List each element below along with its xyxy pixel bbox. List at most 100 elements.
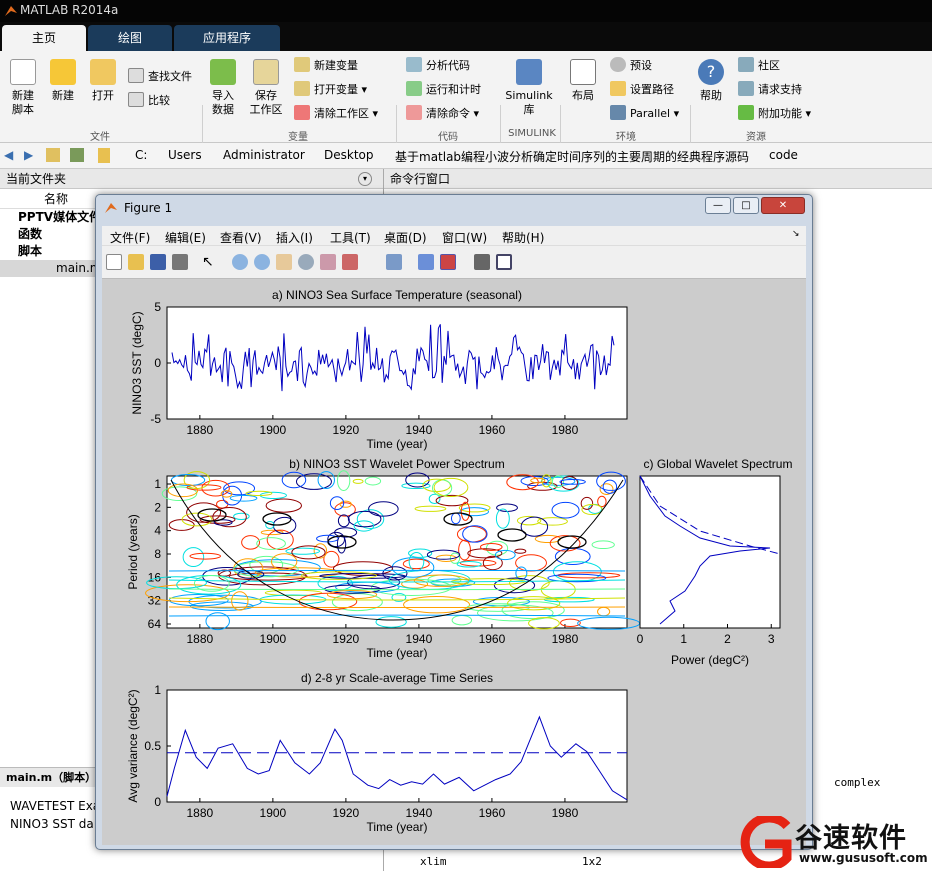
x-tick-label: 1880 bbox=[187, 423, 214, 437]
save-workspace-label: 保存 工作区 bbox=[249, 89, 283, 116]
chart-title-b: b) NINO3 SST Wavelet Power Spectrum bbox=[289, 457, 504, 471]
preferences-button[interactable]: 预设 bbox=[610, 57, 652, 75]
path-segment[interactable]: code bbox=[769, 148, 798, 162]
menu-insert[interactable]: 插入(I) bbox=[276, 229, 313, 246]
path-segment[interactable]: Users bbox=[168, 148, 202, 162]
open-variable-label: 打开变量 bbox=[314, 83, 358, 96]
menu-edit[interactable]: 编辑(E) bbox=[165, 229, 206, 246]
zoom-out-icon[interactable] bbox=[254, 254, 270, 270]
x-axis-label-d: Time (year) bbox=[367, 820, 428, 834]
layout-button[interactable]: 布局 bbox=[566, 59, 600, 103]
x-tick-label: 1880 bbox=[187, 806, 214, 820]
set-path-button[interactable]: 设置路径 bbox=[610, 81, 674, 99]
save-workspace-icon bbox=[253, 59, 279, 85]
new-script-icon bbox=[10, 59, 36, 85]
browse-folder-icon[interactable] bbox=[70, 148, 84, 162]
menu-view[interactable]: 查看(V) bbox=[220, 229, 262, 246]
open-file-icon[interactable] bbox=[128, 254, 144, 270]
dock-arrow-icon[interactable]: ↘ bbox=[792, 229, 800, 239]
request-support-button[interactable]: 请求支持 bbox=[738, 81, 802, 99]
pan-icon[interactable] bbox=[276, 254, 292, 270]
figure-titlebar[interactable]: Figure 1 — □ ✕ bbox=[96, 195, 812, 221]
find-files-label: 查找文件 bbox=[148, 70, 192, 83]
legend-icon[interactable] bbox=[440, 254, 456, 270]
chart-title-a: a) NINO3 Sea Surface Temperature (season… bbox=[272, 288, 522, 302]
parallel-button[interactable]: Parallel ▾ bbox=[610, 105, 679, 123]
brush-icon[interactable] bbox=[342, 254, 358, 270]
x-tick-label: 1920 bbox=[333, 632, 360, 646]
new-variable-label: 新建变量 bbox=[314, 59, 358, 72]
rotate-icon[interactable] bbox=[298, 254, 314, 270]
figure-canvas[interactable]: a) NINO3 Sea Surface Temperature (season… bbox=[102, 279, 806, 845]
group-label-file: 文件 bbox=[90, 132, 110, 143]
tab-apps[interactable]: 应用程序 bbox=[174, 25, 280, 51]
new-script-label: 新建 脚本 bbox=[12, 89, 34, 116]
up-folder-icon[interactable] bbox=[46, 148, 60, 162]
add-ons-button[interactable]: 附加功能 ▾ bbox=[738, 105, 811, 123]
path-segment[interactable]: Administrator bbox=[223, 148, 305, 162]
new-label: 新建 bbox=[52, 89, 74, 102]
menu-file[interactable]: 文件(F) bbox=[110, 229, 150, 246]
save-icon[interactable] bbox=[150, 254, 166, 270]
x-tick-label: 1880 bbox=[187, 632, 214, 646]
y-tick-label: 5 bbox=[154, 300, 161, 314]
compare-button[interactable]: 比较 bbox=[128, 92, 170, 110]
y-tick-label: 8 bbox=[154, 547, 161, 561]
axes-global-wavelet bbox=[639, 475, 781, 629]
pointer-icon[interactable]: ↖ bbox=[202, 254, 218, 270]
community-button[interactable]: 社区 bbox=[738, 57, 780, 75]
x-tick-label: 1 bbox=[680, 632, 687, 646]
maximize-button[interactable]: □ bbox=[733, 197, 759, 214]
tab-plots[interactable]: 绘图 bbox=[88, 25, 172, 51]
y-axis-label-b: Period (years) bbox=[126, 514, 140, 589]
run-time-icon bbox=[406, 81, 422, 96]
compare-icon bbox=[128, 92, 144, 107]
menu-help[interactable]: 帮助(H) bbox=[502, 229, 544, 246]
forward-arrow-icon[interactable]: ▶ bbox=[24, 148, 33, 162]
parallel-icon bbox=[610, 105, 626, 120]
new-button[interactable]: 新建 bbox=[46, 59, 80, 103]
import-data-button[interactable]: 导入 数据 bbox=[206, 59, 240, 117]
run-and-time-button[interactable]: 运行和计时 bbox=[406, 81, 481, 99]
figure-window[interactable]: Figure 1 — □ ✕ 文件(F) 编辑(E) 查看(V) 插入(I) 工… bbox=[95, 194, 813, 850]
menu-window[interactable]: 窗口(W) bbox=[442, 229, 487, 246]
y-tick-label: 0.5 bbox=[144, 739, 161, 753]
help-button[interactable]: ? 帮助 bbox=[696, 59, 726, 103]
new-variable-icon bbox=[294, 57, 310, 72]
hide-plot-tools-icon[interactable] bbox=[474, 254, 490, 270]
back-arrow-icon[interactable]: ◀ bbox=[4, 148, 13, 162]
close-button[interactable]: ✕ bbox=[761, 197, 805, 214]
details-line: NINO3 SST da bbox=[10, 817, 94, 831]
new-script-button[interactable]: 新建 脚本 bbox=[6, 59, 40, 117]
clear-commands-button[interactable]: 清除命令 ▾ bbox=[406, 105, 479, 123]
new-variable-button[interactable]: 新建变量 bbox=[294, 57, 358, 75]
path-segment[interactable]: 基于matlab编程小波分析确定时间序列的主要周期的经典程序源码 bbox=[395, 148, 749, 165]
find-files-button[interactable]: 查找文件 bbox=[128, 68, 192, 86]
colorbar-icon[interactable] bbox=[418, 254, 434, 270]
new-figure-icon[interactable] bbox=[106, 254, 122, 270]
panel-menu-icon[interactable]: ▾ bbox=[358, 172, 372, 186]
clear-workspace-button[interactable]: 清除工作区 ▾ bbox=[294, 105, 378, 123]
minimize-button[interactable]: — bbox=[705, 197, 731, 214]
zoom-in-icon[interactable] bbox=[232, 254, 248, 270]
menu-tools[interactable]: 工具(T) bbox=[330, 229, 371, 246]
app-titlebar: MATLAB R2014a bbox=[0, 0, 932, 22]
data-cursor-icon[interactable] bbox=[320, 254, 336, 270]
panel-header: 命令行窗口 bbox=[384, 169, 932, 189]
tab-home[interactable]: 主页 bbox=[2, 25, 86, 51]
analyze-code-button[interactable]: 分析代码 bbox=[406, 57, 470, 75]
print-icon[interactable] bbox=[172, 254, 188, 270]
path-segment[interactable]: Desktop bbox=[324, 148, 374, 162]
show-plot-tools-icon[interactable] bbox=[496, 254, 512, 270]
path-segment[interactable]: C: bbox=[135, 148, 147, 162]
simulink-library-button[interactable]: Simulink 库 bbox=[504, 59, 554, 117]
support-label: 请求支持 bbox=[758, 83, 802, 96]
menu-desktop[interactable]: 桌面(D) bbox=[384, 229, 427, 246]
open-variable-button[interactable]: 打开变量 ▾ bbox=[294, 81, 367, 99]
y-tick-label: 1 bbox=[154, 683, 161, 697]
open-button[interactable]: 打开 bbox=[86, 59, 120, 103]
watermark: 谷速软件 www.gususoft.com bbox=[735, 814, 932, 871]
group-label-environment: 环境 bbox=[616, 132, 636, 143]
link-plot-icon[interactable] bbox=[386, 254, 402, 270]
save-workspace-button[interactable]: 保存 工作区 bbox=[246, 59, 286, 117]
